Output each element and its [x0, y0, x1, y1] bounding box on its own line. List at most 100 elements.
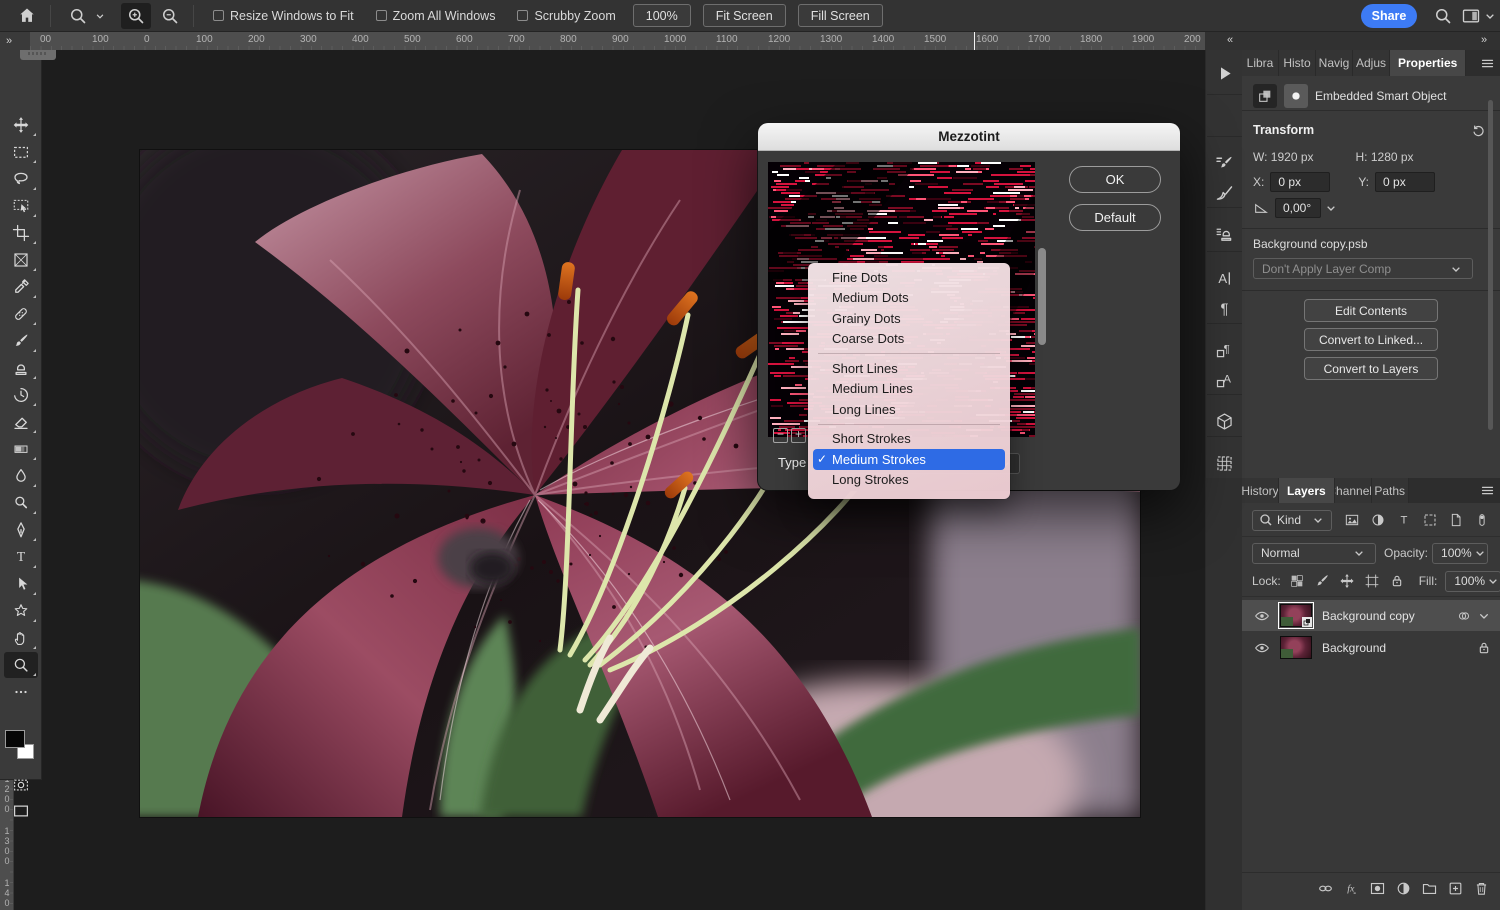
panel-dock-brushes-icon[interactable]: [1209, 178, 1239, 208]
rectangular-marquee-tool[interactable]: [4, 139, 38, 165]
edit-contents-button[interactable]: Edit Contents: [1304, 299, 1438, 322]
shape-filter-icon[interactable]: [1422, 512, 1438, 528]
toolbar-expand-chevrons[interactable]: »: [0, 32, 30, 50]
horizontal-ruler[interactable]: 0010001002003004005006007008009001000110…: [30, 32, 1205, 50]
home-icon[interactable]: [12, 3, 42, 29]
lock-icon[interactable]: [1389, 573, 1405, 589]
zoom-all-windows-checkbox[interactable]: Zoom All Windows: [376, 9, 496, 23]
quick-mask-button[interactable]: [4, 772, 38, 798]
panel-dock-clone-source-icon[interactable]: [1209, 219, 1239, 249]
x-input[interactable]: 0 px: [1270, 172, 1330, 192]
layers-tab-paths[interactable]: Paths: [1372, 478, 1409, 503]
resize-windows-checkbox[interactable]: Resize Windows to Fit: [213, 9, 354, 23]
kind-filter-dropdown[interactable]: Kind: [1252, 510, 1332, 531]
type-filter-icon[interactable]: T: [1396, 512, 1412, 528]
panel-dock-paragraph-icon[interactable]: ¶: [1209, 293, 1239, 323]
dialog-title[interactable]: Mezzotint: [758, 123, 1180, 151]
layer-comp-dropdown[interactable]: Don't Apply Layer Comp: [1253, 258, 1473, 279]
custom-shape-tool[interactable]: [4, 598, 38, 624]
dodge-tool[interactable]: [4, 490, 38, 516]
move-icon[interactable]: [1339, 573, 1355, 589]
menu-item-long-strokes[interactable]: Long Strokes: [813, 470, 1005, 491]
menu-item-medium-strokes[interactable]: ✓Medium Strokes: [813, 449, 1005, 470]
zoom-tool[interactable]: [4, 652, 38, 678]
pixel-filter-icon[interactable]: [1344, 512, 1360, 528]
brush-tool[interactable]: [4, 328, 38, 354]
preview-zoom-out-button[interactable]: −: [773, 428, 788, 443]
ok-button[interactable]: OK: [1069, 166, 1161, 193]
pen-tool[interactable]: [4, 517, 38, 543]
panel-dock-paragraph-styles-icon[interactable]: ¶: [1209, 335, 1239, 365]
lasso-tool[interactable]: [4, 166, 38, 192]
history-brush-tool[interactable]: [4, 382, 38, 408]
group-icon[interactable]: [1421, 880, 1438, 897]
menu-item-coarse-dots[interactable]: Coarse Dots: [813, 329, 1005, 350]
scrubby-zoom-checkbox[interactable]: Scrubby Zoom: [517, 9, 615, 23]
filter-toggle-icon[interactable]: [1474, 512, 1490, 528]
panel-menu-icon[interactable]: [1474, 478, 1500, 503]
path-selection-tool[interactable]: [4, 571, 38, 597]
panel-menu-icon[interactable]: [1474, 50, 1500, 76]
fill-dropdown[interactable]: 100%: [1445, 571, 1500, 592]
frame-tool[interactable]: [4, 247, 38, 273]
spot-healing-tool[interactable]: [4, 301, 38, 327]
layer-row-background[interactable]: Background: [1242, 632, 1500, 663]
eye-icon[interactable]: [1254, 640, 1270, 656]
share-button[interactable]: Share: [1361, 4, 1417, 28]
y-input[interactable]: 0 px: [1375, 172, 1435, 192]
fill-screen-button[interactable]: Fill Screen: [798, 4, 883, 27]
blur-tool[interactable]: [4, 463, 38, 489]
type-tool[interactable]: T: [4, 544, 38, 570]
adjustment-filter-icon[interactable]: [1370, 512, 1386, 528]
collapse-dock-icon[interactable]: «: [1227, 34, 1233, 46]
checker-icon[interactable]: [1289, 573, 1305, 589]
mask-properties-icon[interactable]: [1284, 84, 1308, 108]
layers-tab-history[interactable]: History: [1242, 478, 1279, 503]
properties-tab-libra[interactable]: Libra: [1242, 50, 1279, 76]
scrollbar-thumb[interactable]: [1038, 248, 1046, 345]
zoom-100-button[interactable]: 100%: [633, 4, 691, 27]
fit-screen-button[interactable]: Fit Screen: [703, 4, 786, 27]
convert-to-layers-button[interactable]: Convert to Layers: [1304, 357, 1438, 380]
link-icon[interactable]: [1317, 880, 1334, 897]
properties-tab-histo[interactable]: Histo: [1279, 50, 1316, 76]
layer-thumbnail[interactable]: [1280, 636, 1312, 659]
fx-icon[interactable]: fx: [1343, 880, 1360, 897]
layer-row-background-copy[interactable]: Background copy: [1242, 600, 1500, 631]
search-icon[interactable]: [1428, 3, 1458, 29]
menu-item-fine-dots[interactable]: Fine Dots: [813, 267, 1005, 288]
blend-mode-dropdown[interactable]: Normal: [1252, 543, 1376, 564]
panel-dock-character-icon[interactable]: A: [1209, 263, 1239, 293]
reset-transform-icon[interactable]: [1470, 122, 1486, 138]
eye-icon[interactable]: [1254, 608, 1270, 624]
preview-scrollbar[interactable]: [1038, 162, 1047, 437]
panel-dock-patterns-icon[interactable]: [1209, 448, 1239, 478]
panel-dock-actions-icon[interactable]: [1209, 58, 1239, 88]
zoom-in-button[interactable]: [121, 3, 151, 29]
default-button[interactable]: Default: [1069, 204, 1161, 231]
artboard-icon[interactable]: [1364, 573, 1380, 589]
eyedropper-tool[interactable]: [4, 274, 38, 300]
crop-tool[interactable]: [4, 220, 38, 246]
convert-to-linked-button[interactable]: Convert to Linked...: [1304, 328, 1438, 351]
clone-stamp-tool[interactable]: [4, 355, 38, 381]
smart-object-filter-icon[interactable]: [1448, 512, 1464, 528]
delete-icon[interactable]: [1473, 880, 1490, 897]
zoom-out-button[interactable]: [155, 3, 185, 29]
menu-item-medium-dots[interactable]: Medium Dots: [813, 288, 1005, 309]
mask-icon[interactable]: [1369, 880, 1386, 897]
properties-tab-navig[interactable]: Navig: [1316, 50, 1353, 76]
menu-item-long-lines[interactable]: Long Lines: [813, 399, 1005, 420]
properties-tab-adjus[interactable]: Adjus: [1353, 50, 1390, 76]
layers-tab-channels[interactable]: Channels: [1335, 478, 1372, 503]
chevron-down-icon[interactable]: [1482, 3, 1498, 29]
panel-dock-materials-icon[interactable]: [1209, 406, 1239, 436]
object-selection-tool[interactable]: [4, 193, 38, 219]
preview-zoom-in-button[interactable]: +: [791, 428, 806, 443]
properties-scrollbar[interactable]: [1488, 100, 1493, 430]
chevron-down-icon[interactable]: [1476, 608, 1492, 624]
brush-icon[interactable]: [1314, 573, 1330, 589]
gradient-tool[interactable]: [4, 436, 38, 462]
menu-item-medium-lines[interactable]: Medium Lines: [813, 379, 1005, 400]
menu-item-short-strokes[interactable]: Short Strokes: [813, 429, 1005, 450]
